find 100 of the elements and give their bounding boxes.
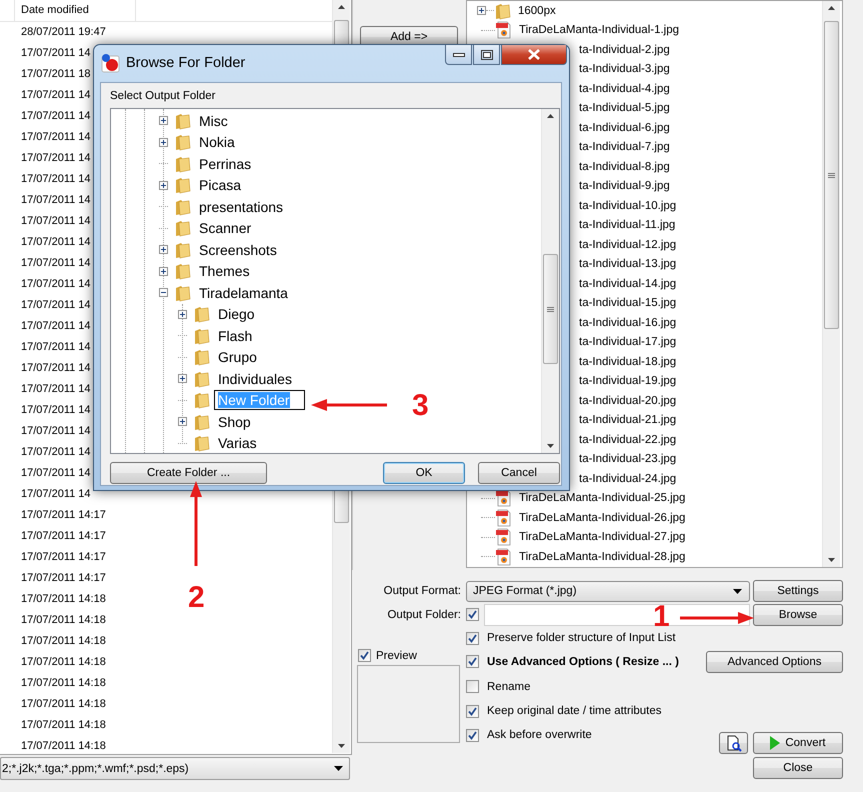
- folder-icon: [193, 370, 211, 388]
- ok-button[interactable]: OK: [383, 462, 465, 484]
- list-item[interactable]: TiraDeLaManta-Individual-25.jpg: [519, 492, 686, 504]
- minimize-icon: [452, 52, 464, 56]
- tree-item[interactable]: Tiradelamanta: [199, 284, 288, 301]
- table-cell: 17/07/2011 14: [21, 152, 91, 164]
- list-item[interactable]: ta-Individual-18.jpg: [579, 356, 676, 368]
- tree-item[interactable]: Picasa: [199, 177, 242, 194]
- tree-item[interactable]: Varias: [218, 435, 257, 452]
- checkbox-label: Keep original date / time attributes: [487, 705, 662, 717]
- list-item[interactable]: TiraDeLaManta-Individual-27.jpg: [519, 531, 686, 544]
- expand-icon[interactable]: [159, 266, 168, 276]
- scrollbar-thumb[interactable]: [543, 254, 558, 364]
- minimize-button[interactable]: [445, 45, 472, 65]
- table-cell: 17/07/2011 14: [21, 194, 91, 206]
- tree-item[interactable]: Shop: [218, 414, 251, 430]
- checkbox[interactable]: [466, 632, 479, 644]
- settings-button[interactable]: Settings: [753, 580, 843, 602]
- create-folder-button[interactable]: Create Folder ...: [110, 462, 267, 484]
- image-file-icon: [495, 508, 513, 527]
- list-item[interactable]: TiraDeLaManta-Individual-28.jpg: [519, 550, 686, 563]
- output-format-dropdown[interactable]: JPEG Format (*.jpg): [466, 580, 750, 602]
- advanced-options-button[interactable]: Advanced Options: [706, 650, 843, 672]
- close-button[interactable]: Close: [753, 757, 843, 779]
- list-item[interactable]: ta-Individual-22.jpg: [579, 434, 676, 446]
- expand-icon[interactable]: [477, 6, 486, 16]
- close-window-button[interactable]: [501, 45, 567, 65]
- list-item[interactable]: 1600px: [518, 4, 556, 17]
- file-type-dropdown[interactable]: 2;*.j2k;*.tga;*.ppm;*.wmf;*.psd;*.eps): [0, 757, 350, 780]
- list-item[interactable]: ta-Individual-14.jpg: [579, 278, 676, 290]
- collapse-icon[interactable]: [159, 288, 168, 298]
- list-item[interactable]: ta-Individual-4.jpg: [579, 82, 670, 95]
- list-item[interactable]: ta-Individual-17.jpg: [579, 336, 676, 348]
- tree-item[interactable]: Screenshots: [199, 242, 277, 258]
- scroll-up-icon[interactable]: [828, 6, 835, 10]
- checkbox-label: Rename: [487, 680, 530, 692]
- tree-item[interactable]: Themes: [199, 263, 250, 280]
- tree-item[interactable]: Grupo: [218, 349, 257, 366]
- tree-item[interactable]: Misc: [199, 112, 228, 129]
- maximize-button[interactable]: [473, 45, 500, 65]
- checkbox[interactable]: [466, 680, 479, 693]
- tree-item[interactable]: Scanner: [199, 220, 252, 236]
- list-item[interactable]: ta-Individual-12.jpg: [579, 238, 676, 251]
- list-item[interactable]: ta-Individual-10.jpg: [579, 200, 676, 212]
- scroll-down-icon[interactable]: [338, 744, 345, 748]
- table-cell: 17/07/2011 14: [21, 299, 91, 311]
- scrollbar-thumb[interactable]: [824, 21, 839, 329]
- scroll-up-icon[interactable]: [547, 114, 554, 118]
- column-header[interactable]: Date modified: [14, 0, 136, 21]
- folder-icon: [174, 262, 192, 280]
- expand-icon[interactable]: [159, 116, 168, 126]
- tree-item[interactable]: Nokia: [199, 134, 235, 150]
- list-item[interactable]: ta-Individual-15.jpg: [579, 297, 676, 310]
- checkbox[interactable]: [466, 704, 479, 718]
- checkbox[interactable]: [466, 729, 479, 742]
- tree-item[interactable]: Flash: [218, 328, 252, 344]
- expand-icon[interactable]: [178, 310, 187, 319]
- list-item[interactable]: TiraDeLaManta-Individual-26.jpg: [519, 512, 686, 524]
- list-item[interactable]: ta-Individual-23.jpg: [579, 453, 676, 466]
- list-item[interactable]: ta-Individual-3.jpg: [579, 63, 670, 76]
- folder-icon: [174, 219, 192, 238]
- scroll-down-icon[interactable]: [547, 444, 554, 448]
- checkbox[interactable]: [466, 655, 479, 668]
- list-item[interactable]: ta-Individual-24.jpg: [579, 472, 676, 485]
- folder-icon: [193, 348, 211, 366]
- expand-icon[interactable]: [178, 374, 187, 384]
- table-cell: 17/07/2011 14:18: [21, 656, 106, 668]
- browse-button[interactable]: Browse: [753, 604, 843, 626]
- tree-item[interactable]: Perrinas: [199, 156, 252, 172]
- output-folder-field[interactable]: [484, 604, 750, 626]
- window-title: Browse For Folder: [126, 55, 246, 71]
- list-item[interactable]: ta-Individual-7.jpg: [579, 141, 670, 154]
- list-item[interactable]: ta-Individual-19.jpg: [579, 375, 676, 388]
- preview-button[interactable]: [719, 732, 748, 754]
- expand-icon[interactable]: [178, 417, 187, 426]
- cancel-button[interactable]: Cancel: [478, 462, 560, 484]
- expand-icon[interactable]: [159, 138, 168, 147]
- list-item[interactable]: ta-Individual-2.jpg: [579, 44, 670, 56]
- list-item[interactable]: ta-Individual-20.jpg: [579, 394, 676, 407]
- expand-icon[interactable]: [159, 245, 168, 254]
- tree-item[interactable]: Individuales: [218, 370, 292, 387]
- list-item[interactable]: ta-Individual-16.jpg: [579, 316, 676, 329]
- scroll-down-icon[interactable]: [828, 558, 835, 562]
- list-item[interactable]: ta-Individual-5.jpg: [579, 102, 670, 114]
- list-item[interactable]: ta-Individual-21.jpg: [579, 414, 676, 426]
- list-item[interactable]: TiraDeLaManta-Individual-1.jpg: [519, 24, 680, 36]
- scroll-up-icon[interactable]: [338, 5, 345, 9]
- list-item[interactable]: ta-Individual-13.jpg: [579, 258, 676, 270]
- checkbox[interactable]: [358, 649, 371, 662]
- table-cell: 17/07/2011 14:18: [21, 593, 106, 605]
- table-cell: 17/07/2011 14: [21, 173, 91, 185]
- tree-item[interactable]: presentations: [199, 198, 284, 215]
- list-item[interactable]: ta-Individual-11.jpg: [579, 219, 676, 232]
- checkbox[interactable]: [466, 608, 479, 621]
- list-item[interactable]: ta-Individual-9.jpg: [579, 180, 670, 192]
- list-item[interactable]: ta-Individual-6.jpg: [579, 122, 670, 134]
- list-item[interactable]: ta-Individual-8.jpg: [579, 160, 670, 173]
- convert-button[interactable]: Convert: [753, 732, 843, 754]
- tree-item[interactable]: Diego: [218, 306, 255, 322]
- expand-icon[interactable]: [159, 180, 168, 190]
